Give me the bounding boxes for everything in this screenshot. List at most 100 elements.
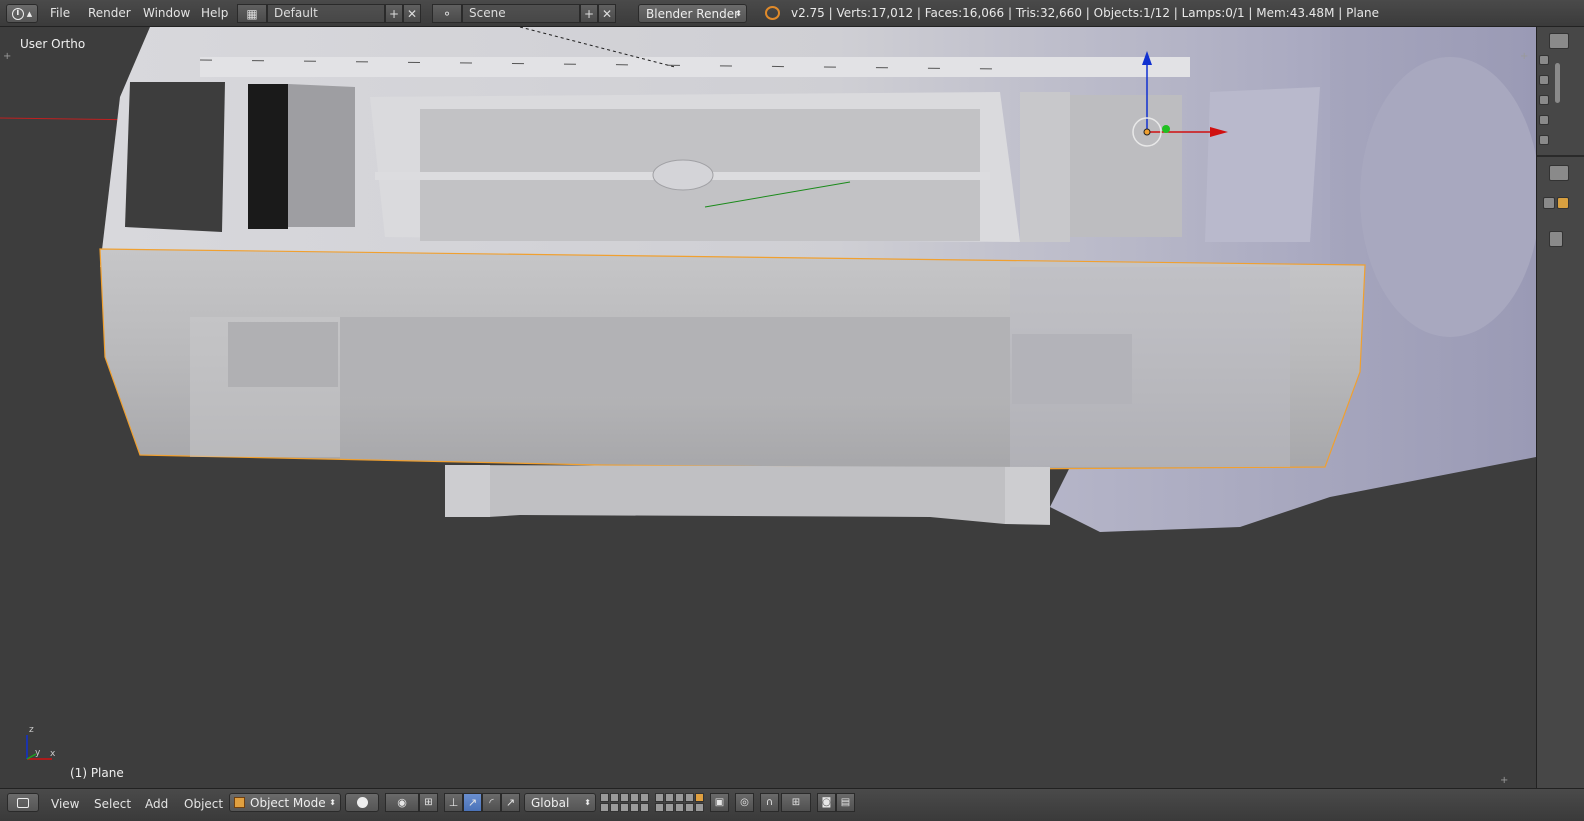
orientation-dropdown[interactable]: Global ⬍: [524, 793, 596, 812]
chevron-updown-icon: ⬍: [329, 798, 336, 807]
scene-stats: v2.75 | Verts:17,012 | Faces:16,066 | Tr…: [791, 6, 1380, 20]
hood-lip-mesh: [200, 57, 1190, 77]
scene-icon[interactable]: ⚬: [432, 4, 462, 23]
menu-help[interactable]: Help: [201, 6, 228, 20]
corner-widget-icon[interactable]: +: [3, 51, 11, 62]
visibility-icon[interactable]: [1539, 75, 1549, 85]
corner-widget-icon[interactable]: +: [1520, 51, 1528, 62]
menu-object[interactable]: Object: [184, 797, 223, 811]
y-arrow-head[interactable]: [1162, 125, 1170, 133]
outliner-properties-strip: [1536, 27, 1584, 788]
translate-manipulator-button[interactable]: ↗: [463, 793, 482, 812]
3d-view-header: View Select Add Object Object Mode ⬍ ◉ ⊞…: [0, 788, 1584, 821]
pin-icon[interactable]: [1543, 197, 1555, 209]
wheel-arch-mesh: [1360, 57, 1536, 337]
manipulator-group: ⊥ ↗ ◜ ↗: [444, 793, 520, 812]
axis-x-label: x: [50, 749, 56, 759]
magnet-icon: ∩: [765, 797, 774, 808]
layer-lock-button[interactable]: ▣: [710, 793, 729, 812]
3d-view-icon: [17, 797, 29, 808]
layers-group-2[interactable]: [655, 793, 704, 812]
pivot-icon: ◉: [397, 796, 407, 809]
chevron-updown-icon: ⬍: [735, 9, 742, 18]
menu-window[interactable]: Window: [143, 6, 190, 20]
lock-icon: ▣: [714, 797, 725, 808]
screen-layout-selector[interactable]: ▦ Default + ✕: [237, 4, 421, 23]
skirt-leg-right: [1005, 467, 1050, 524]
object-data-icon[interactable]: [1557, 197, 1569, 209]
properties-context-dropdown[interactable]: [1549, 231, 1563, 247]
chevron-updown-icon: ▲: [26, 9, 33, 18]
opengl-animation-button[interactable]: ▤: [836, 793, 855, 812]
scene-field[interactable]: Scene: [462, 4, 580, 23]
menu-select[interactable]: Select: [94, 797, 131, 811]
camera-icon: ◙: [821, 797, 832, 808]
info-icon: i: [11, 7, 24, 20]
layer-buttons[interactable]: [600, 793, 649, 812]
properties-icon[interactable]: [1549, 165, 1569, 181]
rotate-manipulator-button[interactable]: ◜: [482, 793, 501, 812]
cube-icon: [234, 797, 245, 808]
right-headlight-mesh: [1070, 95, 1182, 237]
scrollbar[interactable]: [1555, 63, 1560, 103]
orientation-label: Global: [531, 795, 570, 810]
visibility-icon[interactable]: [1539, 95, 1549, 105]
view-name-label: User Ortho: [20, 37, 86, 51]
layer-buttons[interactable]: [655, 793, 704, 812]
outliner-icon[interactable]: [1549, 33, 1569, 49]
right-corner-mesh: [1205, 87, 1320, 242]
snap-toggle[interactable]: ∩: [760, 793, 779, 812]
scene-selector[interactable]: ⚬ Scene + ✕: [432, 4, 616, 23]
scale-manipulator-button[interactable]: ↗: [501, 793, 520, 812]
solid-shading-icon: [356, 797, 368, 808]
blender-logo-icon: [765, 6, 780, 20]
pivot-group: ◉ ⊞: [385, 793, 438, 812]
3d-viewport[interactable]: + + + User Ortho z y x (1) Plane: [0, 27, 1536, 788]
delete-screen-button[interactable]: ✕: [403, 4, 421, 23]
viewport-scene: + + +: [0, 27, 1536, 786]
bumper-panel-right: [1010, 267, 1290, 467]
layers-group-1[interactable]: [600, 793, 649, 812]
mode-dropdown[interactable]: Object Mode ⬍: [229, 793, 341, 812]
menu-file[interactable]: File: [50, 6, 70, 20]
add-screen-button[interactable]: +: [385, 4, 403, 23]
manipulate-center-button[interactable]: ⊞: [419, 793, 438, 812]
layout-icon[interactable]: ▦: [237, 4, 267, 23]
misc-tools-group: ▣ ◎ ∩ ⊞ ◙ ▤: [710, 793, 855, 812]
grille-emblem: [652, 159, 714, 191]
left-headlight-opening: [125, 82, 225, 232]
bumper-recess: [340, 317, 1010, 397]
screen-layout-field[interactable]: Default: [267, 4, 385, 23]
menu-add[interactable]: Add: [145, 797, 168, 811]
pivot-point-dropdown[interactable]: ◉: [385, 793, 419, 812]
editor-type-button[interactable]: i ▲: [6, 4, 38, 23]
manipulator-icon: ⊥: [448, 796, 459, 809]
axis-z-label: z: [29, 725, 34, 735]
snap-element-dropdown[interactable]: ⊞: [781, 793, 811, 812]
menu-render[interactable]: Render: [88, 6, 131, 20]
divider: [1537, 155, 1584, 157]
editor-type-button[interactable]: [7, 793, 39, 812]
snap-increment-icon: ⊞: [791, 797, 801, 808]
visibility-icon[interactable]: [1539, 115, 1549, 125]
clapper-icon: ▤: [840, 797, 851, 808]
proportional-edit-button[interactable]: ◎: [735, 793, 754, 812]
delete-scene-button[interactable]: ✕: [598, 4, 616, 23]
active-object-label: (1) Plane: [70, 766, 124, 780]
opengl-render-button[interactable]: ◙: [817, 793, 836, 812]
render-engine-dropdown[interactable]: Blender Render ⬍: [638, 4, 747, 23]
manipulator-toggle[interactable]: ⊥: [444, 793, 463, 812]
axis-y-label: y: [35, 748, 41, 758]
right-pillar-mesh: [1020, 92, 1070, 242]
proportional-icon: ◎: [740, 797, 749, 808]
skirt-leg-left: [445, 465, 490, 517]
mode-label: Object Mode: [250, 795, 326, 810]
menu-view[interactable]: View: [51, 797, 79, 811]
add-scene-button[interactable]: +: [580, 4, 598, 23]
visibility-icon[interactable]: [1539, 55, 1549, 65]
center-points-icon: ⊞: [424, 797, 433, 808]
visibility-icon[interactable]: [1539, 135, 1549, 145]
corner-widget-icon[interactable]: +: [1500, 775, 1508, 786]
fog-light-left: [228, 322, 338, 387]
viewport-shading-dropdown[interactable]: [345, 793, 379, 812]
